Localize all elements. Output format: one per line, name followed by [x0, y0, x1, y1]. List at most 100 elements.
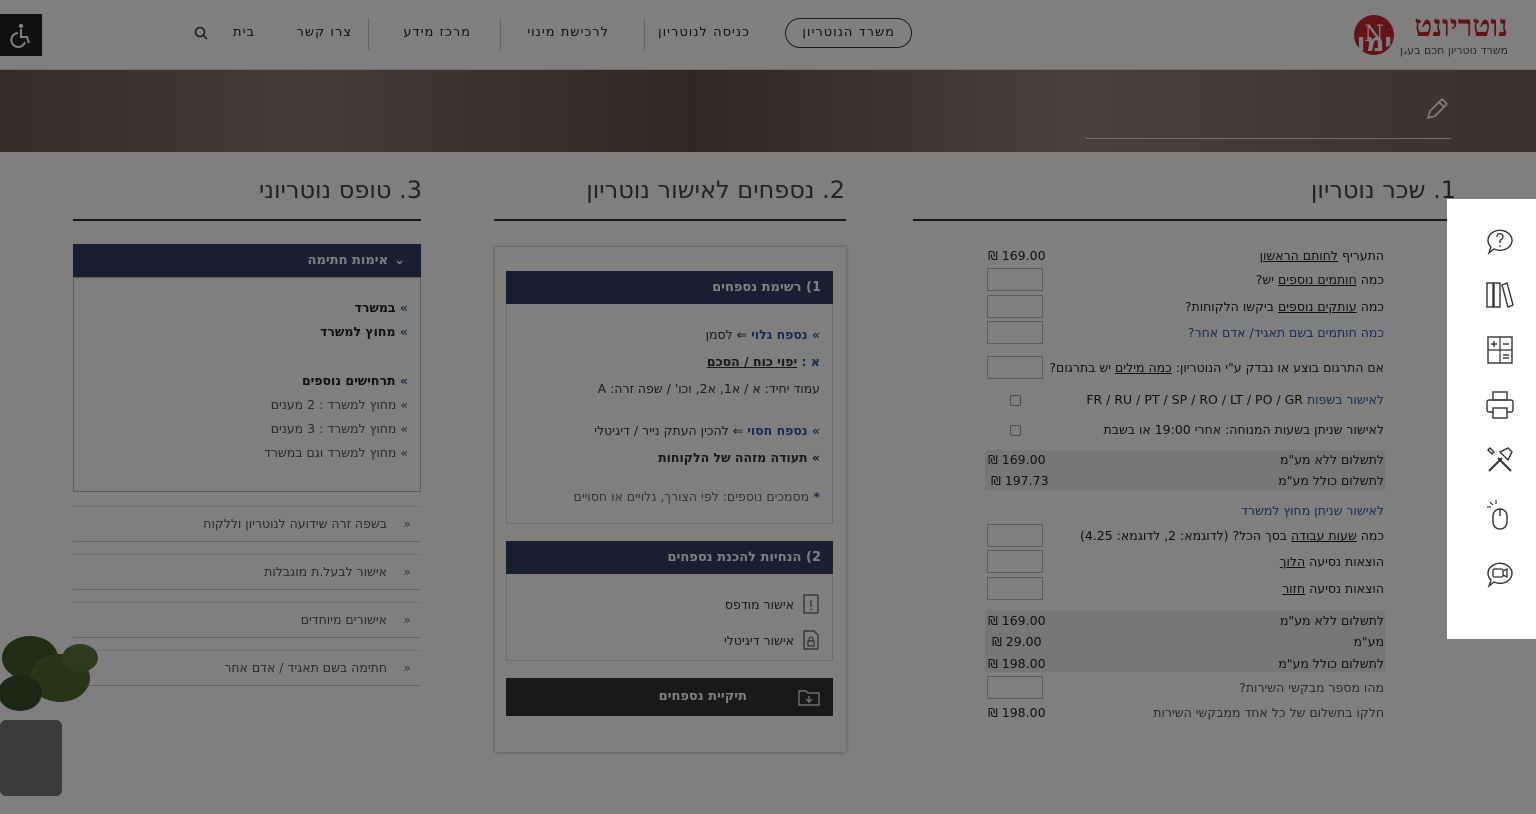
first-signer-label: התעריף לחותם הראשון: [1259, 248, 1384, 263]
chevron-left-icon: «: [403, 516, 411, 531]
pay-no-vat-label: לתשלום ללא מע"מ: [1279, 452, 1384, 467]
accordion-special[interactable]: «אישורים מיוחדים: [73, 602, 421, 638]
open-annex-link[interactable]: » נספח גלוי: [751, 327, 820, 342]
translation-words-link[interactable]: כמה מילים: [1115, 360, 1172, 375]
hidden-annex-link[interactable]: » נספח חסוי: [747, 423, 820, 438]
nav-notary-login[interactable]: כניסה לנוטריון: [658, 25, 750, 40]
chat-icon[interactable]: [1484, 557, 1516, 589]
travel-back-label: הוצאות נסיעה חזור: [1282, 581, 1384, 596]
split-label: חלקו בתשלום של כל אחד ממבקשי השירות: [1153, 705, 1384, 720]
extra-signers-link[interactable]: חותמים נוספים: [1278, 272, 1357, 287]
first-signer-link[interactable]: לחותם הראשון: [1260, 248, 1338, 263]
travel-out-link[interactable]: הלוך: [1280, 554, 1305, 569]
print-icon[interactable]: [1484, 389, 1516, 421]
printed-doc-icon: [803, 594, 819, 614]
work-hours-link[interactable]: שעות עבודה: [1291, 528, 1357, 543]
requesters-input[interactable]: [987, 676, 1043, 699]
accessibility-button[interactable]: [0, 14, 42, 56]
digital-approval-link[interactable]: אישור דיגיטלי: [724, 630, 820, 650]
copies-label: כמה עותקים נוספים ביקשו הלקוחות?: [1184, 299, 1384, 314]
logo-name: נוטריונט: [1414, 9, 1508, 44]
languages-checkbox[interactable]: [1010, 395, 1021, 406]
tools-icon[interactable]: [1484, 444, 1516, 476]
translation-label: אם התרגום בוצע או נבדק ע"י הנוטריון: כמה…: [1049, 360, 1384, 375]
pay-no-vat-value: 169.00 ₪: [988, 452, 1046, 467]
logo-tagline: משרד נוטריון חכם בענן: [1399, 44, 1508, 57]
travel-out-label: הוצאות נסיעה הלוך: [1279, 554, 1384, 569]
accordion-disability[interactable]: «אישור לבעל.ת מוגבלות: [73, 554, 421, 590]
travel-out-input[interactable]: [987, 550, 1043, 573]
copies-input[interactable]: [987, 295, 1043, 318]
id-doc-row: » תעודה מזהה של הלקוחות: [658, 450, 820, 465]
vat-label: מע"מ: [1353, 634, 1384, 649]
annex-list-header: 1) רשימת נספחים: [506, 271, 833, 304]
after-hours-label: לאישור שניתן בשעות המנוחה: אחרי 19:00 או…: [1103, 422, 1385, 437]
printed-approval-link[interactable]: אישור מודפס: [725, 594, 820, 614]
out-office-link[interactable]: » מחוץ למשרד: [320, 324, 408, 339]
col3-title: 3. טופס נוטריוני: [259, 176, 422, 204]
translation-words-input[interactable]: [987, 356, 1043, 379]
page-unit-note: עמוד יחיד: א / א1, א2, וכו' / שפה זרה: A: [597, 381, 820, 396]
extra-scenarios-heading: » תרחישים נוספים: [301, 373, 408, 388]
library-icon[interactable]: [1484, 279, 1516, 311]
copies-link[interactable]: עותקים נוספים: [1278, 299, 1357, 314]
in-office-link[interactable]: » במשרד: [355, 300, 408, 315]
folder-download-icon: [798, 690, 820, 706]
mouse-icon[interactable]: [1484, 499, 1516, 531]
total-no-vat-value: 169.00 ₪: [988, 613, 1046, 628]
vat-value: 29.00 ₪: [992, 634, 1042, 649]
nav-separator: [500, 18, 501, 50]
col1-rule: [913, 219, 1453, 221]
scenario-3-addresses[interactable]: » מחוץ למשרד : 3 מענים: [271, 421, 408, 436]
nav-separator: [368, 18, 369, 50]
search-icon[interactable]: [194, 26, 208, 40]
chevron-left-icon: «: [403, 660, 411, 675]
work-hours-label: כמה שעות עבודה בסך הכל? (לדוגמא: 2, לדוג…: [1079, 528, 1384, 543]
col3-rule: [73, 219, 421, 221]
pay-with-vat-value: 197.73 ₪: [991, 473, 1049, 488]
plant-decoration: [0, 636, 98, 796]
chevron-left-icon: «: [403, 564, 411, 579]
after-hours-checkbox[interactable]: [1010, 425, 1021, 436]
nav-contact[interactable]: צרו קשר: [297, 25, 353, 40]
nav-home[interactable]: בית: [233, 25, 255, 40]
pay-with-vat-label: לתשלום כולל מע"מ: [1278, 473, 1384, 488]
corp-signers-label[interactable]: כמה חותמים בשם תאגיד/ אדם אחר?: [1188, 325, 1384, 340]
nav-info-center[interactable]: מרכז מידע: [403, 25, 471, 40]
open-annex-row: » נספח גלוי ⇐ לסמן: [705, 327, 820, 342]
digital-doc-icon: [803, 630, 819, 650]
col2-rule: [494, 219, 846, 221]
annex-guide-header: 2) הנחיות להכנת נספחים: [506, 541, 833, 574]
scenario-2-addresses[interactable]: » מחוץ למשרד : 2 מענים: [271, 397, 408, 412]
total-with-vat-value: 198.00 ₪: [988, 656, 1046, 671]
extra-docs-note: * מסמכים נוספים: לפי הצורך, גלויים או חס…: [573, 489, 820, 504]
col2-title: 2. נספחים לאישור נוטריון: [586, 176, 845, 204]
annex-folder-button[interactable]: תיקיית נספחים: [506, 678, 833, 716]
split-value: 198.00 ₪: [988, 705, 1046, 720]
help-icon[interactable]: [1484, 224, 1516, 256]
nav-notary-office-button[interactable]: משרד הנוטריון: [785, 18, 912, 48]
outside-office-link[interactable]: לאישור שניתן מחוץ למשרד: [1241, 503, 1384, 518]
nav-subscription[interactable]: לרכישת מינוי: [527, 25, 609, 40]
extra-signers-label: כמה חותמים נוספים יש?: [1255, 272, 1384, 287]
poa-link[interactable]: יפוי כוח / הסכם: [707, 354, 797, 369]
wheelchair-icon: [10, 23, 30, 48]
accordion-foreign-language[interactable]: «בשפה זרה שידועה לנוטריון וללקוח: [73, 506, 421, 542]
nav-separator: [644, 18, 645, 50]
col1-title: 1. שכר נוטריון: [1310, 176, 1456, 204]
total-with-vat-label: לתשלום כולל מע"מ: [1278, 656, 1384, 671]
accordion-corporate[interactable]: «חתימה בשם תאגיד / אדם אחר: [73, 650, 421, 686]
corp-signers-input[interactable]: [987, 321, 1043, 344]
page-banner: [0, 70, 1536, 152]
signature-accordion-header[interactable]: ⌄אימות חתימה: [73, 244, 421, 277]
extra-signers-input[interactable]: [987, 268, 1043, 291]
calculator-icon[interactable]: [1484, 334, 1516, 366]
pencil-icon: [1426, 97, 1449, 120]
requesters-label: מהו מספר מבקשי השירות?: [1239, 680, 1384, 695]
scenario-mixed[interactable]: » מחוץ למשרד וגם במשרד: [264, 445, 408, 460]
travel-back-input[interactable]: [987, 577, 1043, 600]
poa-row: א : יפוי כוח / הסכם: [706, 354, 820, 369]
work-hours-input[interactable]: [987, 524, 1043, 547]
travel-back-link[interactable]: חזור: [1282, 581, 1305, 596]
languages-label: לאישור בשפות FR / RU / PT / SP / RO / LT…: [1086, 392, 1384, 407]
